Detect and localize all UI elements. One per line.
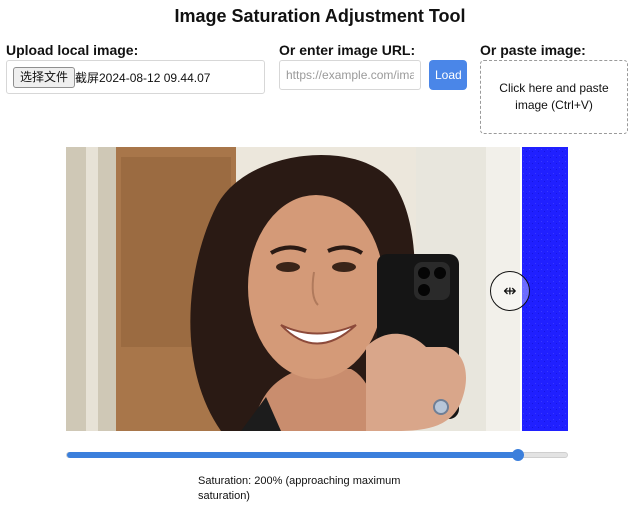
page-title: Image Saturation Adjustment Tool (174, 6, 466, 26)
choose-file-button[interactable]: 选择文件 (13, 67, 76, 88)
url-label: Or enter image URL: (279, 42, 416, 58)
resize-horizontal-icon: ⇹ (503, 283, 517, 300)
selected-file-name: 截屏2024-08-12 09.44.07 (75, 71, 211, 85)
saturation-slider[interactable] (66, 452, 568, 458)
saturation-label: Saturation: 200% (approaching maximum sa… (198, 475, 401, 502)
paste-hint: Click here and paste image (Ctrl+V) (499, 81, 609, 112)
file-input[interactable]: 选择文件 截屏2024-08-12 09.44.07 (6, 60, 265, 94)
saturation-slider-fill (67, 452, 519, 458)
saturation-slider-thumb[interactable] (511, 449, 524, 461)
paste-label: Or paste image: (480, 42, 586, 58)
upload-label: Upload local image: (6, 42, 139, 58)
comparison-divider-handle[interactable]: ⇹ (490, 271, 530, 311)
image-url-input[interactable] (279, 60, 421, 90)
paste-area[interactable]: Click here and paste image (Ctrl+V) (480, 60, 628, 134)
load-button[interactable]: Load (429, 60, 467, 90)
